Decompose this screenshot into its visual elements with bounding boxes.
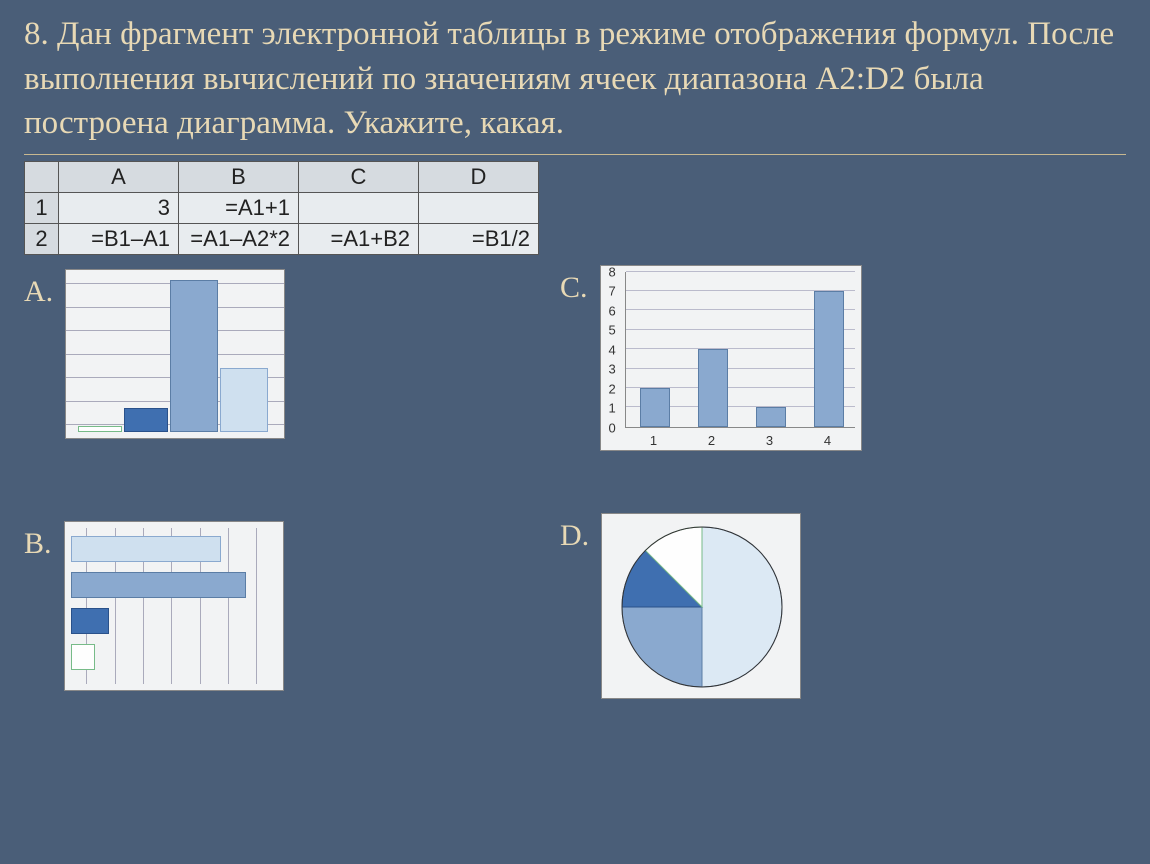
question-text: 8. Дан фрагмент электронной таблицы в ре… [0,0,1150,154]
cell-D2: =B1/2 [419,223,539,254]
spreadsheet-fragment: A B C D 1 3 =A1+1 2 =B1–A1 =A1–A2*2 =A1+… [24,161,539,255]
col-header-D: D [419,161,539,192]
options-area: A. B. [0,255,1150,775]
ytick-0: 0 [609,420,616,435]
option-C-label: C. [560,265,588,305]
option-B-label: B. [24,521,52,561]
ytick-8: 8 [609,264,616,279]
chart-D [601,513,801,699]
chart-A [65,269,285,439]
chart-C: 8 7 6 5 4 3 2 1 0 1 2 3 4 [600,265,862,451]
cell-D1 [419,192,539,223]
cell-B1: =A1+1 [179,192,299,223]
chart-C-plot [625,272,855,428]
ytick-3: 3 [609,361,616,376]
ytick-7: 7 [609,283,616,298]
option-D[interactable]: D. [560,513,801,699]
xtick-2: 2 [708,433,715,448]
ytick-1: 1 [609,400,616,415]
option-A[interactable]: A. [24,269,285,439]
divider [24,154,1126,155]
col-header-B: B [179,161,299,192]
ytick-5: 5 [609,322,616,337]
option-B[interactable]: B. [24,521,284,691]
sheet-corner [25,161,59,192]
col-header-A: A [59,161,179,192]
cell-A2: =B1–A1 [59,223,179,254]
cell-C1 [299,192,419,223]
cell-A1: 3 [59,192,179,223]
col-header-C: C [299,161,419,192]
cell-B2: =A1–A2*2 [179,223,299,254]
cell-C2: =A1+B2 [299,223,419,254]
xtick-3: 3 [766,433,773,448]
row-header-1: 1 [25,192,59,223]
row-header-2: 2 [25,223,59,254]
option-C[interactable]: C. 8 7 6 5 4 3 2 1 [560,265,862,451]
xtick-1: 1 [650,433,657,448]
xtick-4: 4 [824,433,831,448]
chart-B [64,521,284,691]
option-A-label: A. [24,269,53,309]
ytick-4: 4 [609,342,616,357]
option-D-label: D. [560,513,589,553]
ytick-6: 6 [609,303,616,318]
ytick-2: 2 [609,381,616,396]
